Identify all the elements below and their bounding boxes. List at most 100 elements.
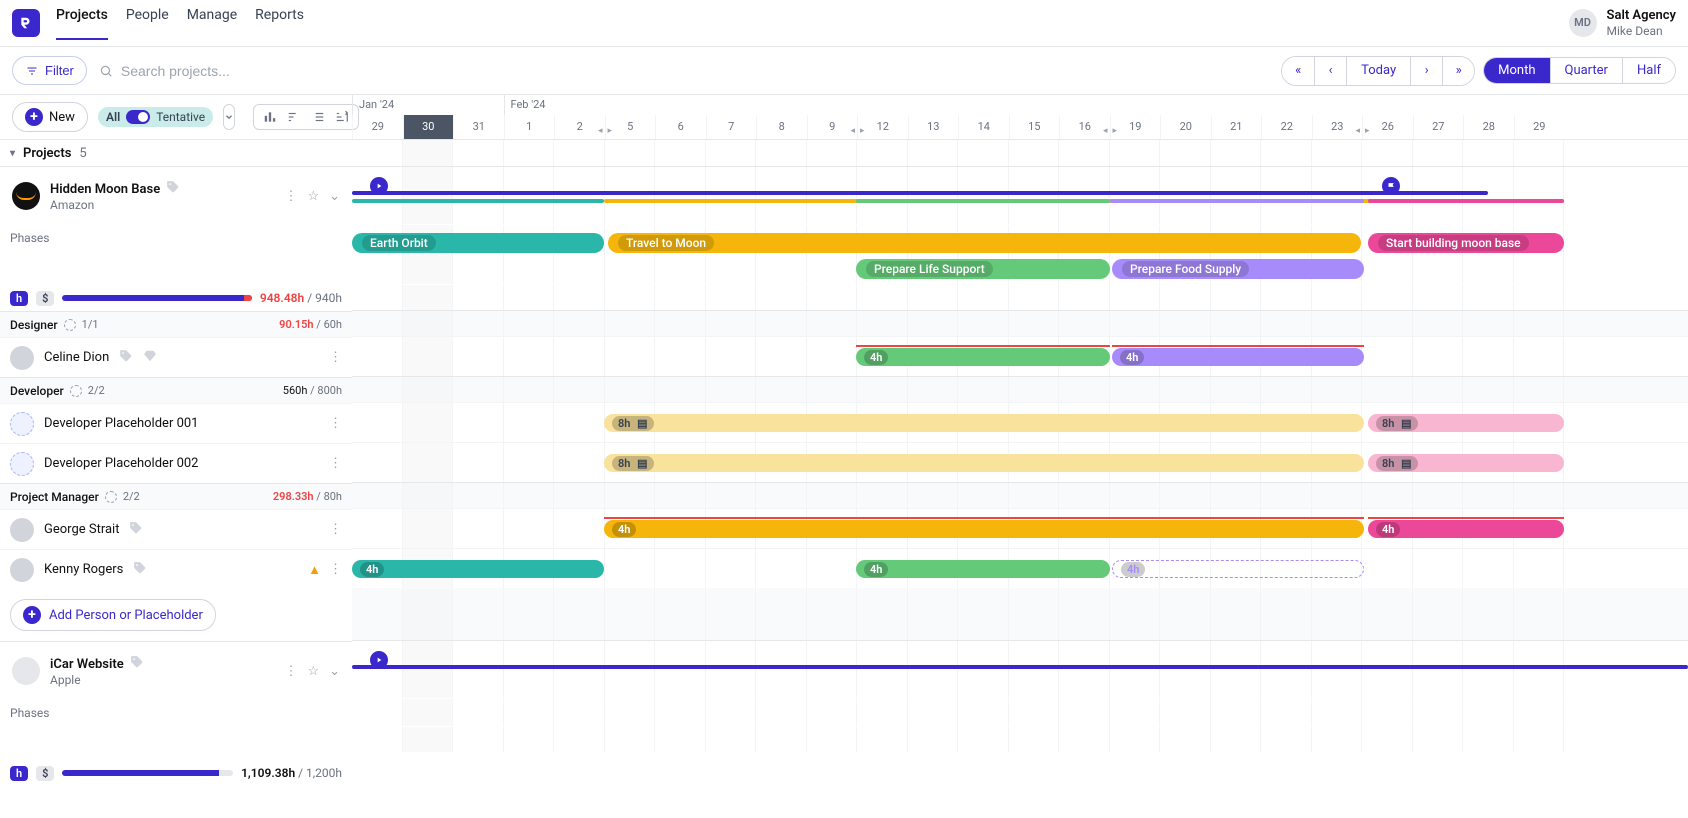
more-icon[interactable]: ⋮ bbox=[329, 456, 342, 471]
dollar-pill[interactable]: $ bbox=[36, 291, 54, 306]
role-header[interactable]: Project Manager2/2298.33h / 80h bbox=[0, 483, 352, 509]
more-icon[interactable]: ⋮ bbox=[329, 350, 342, 365]
day-cell[interactable]: 9◂ bbox=[807, 115, 858, 139]
person-row[interactable]: George Strait⋮ bbox=[0, 509, 352, 549]
role-header[interactable]: Developer2/2560h / 800h bbox=[0, 377, 352, 403]
day-cell[interactable]: 6 bbox=[655, 115, 706, 139]
app-logo[interactable] bbox=[12, 9, 40, 37]
day-cell[interactable]: 8 bbox=[756, 115, 807, 139]
allocation-bar[interactable]: 8h ▤ bbox=[604, 454, 1364, 472]
tentative-toggle[interactable]: All Tentative bbox=[98, 107, 213, 127]
day-cell[interactable]: 23◂ bbox=[1312, 115, 1363, 139]
day-cell[interactable]: 5▸ bbox=[605, 115, 656, 139]
avatar[interactable]: MD bbox=[1569, 9, 1597, 37]
nav-item-projects[interactable]: Projects bbox=[56, 7, 108, 40]
allocation-bar[interactable]: 4h bbox=[856, 348, 1110, 366]
day-cell[interactable]: 19▸ bbox=[1110, 115, 1161, 139]
projects-header[interactable]: ▾ Projects 5 bbox=[0, 139, 352, 166]
search-box[interactable] bbox=[99, 63, 321, 79]
nav-next-button[interactable]: › bbox=[1410, 57, 1442, 85]
search-icon bbox=[99, 64, 113, 78]
view-quarter[interactable]: Quarter bbox=[1550, 58, 1622, 83]
bar-chart-icon[interactable] bbox=[262, 109, 278, 125]
add-person-button[interactable]: +Add Person or Placeholder bbox=[10, 599, 216, 631]
role-header[interactable]: Designer1/190.15h / 60h bbox=[0, 311, 352, 337]
hours-pill[interactable]: h bbox=[10, 291, 28, 306]
day-cell[interactable]: 12▸ bbox=[857, 115, 908, 139]
project-row[interactable]: Hidden Moon Base Amazon⋮☆⌄ bbox=[0, 167, 352, 225]
chevron-down-icon[interactable]: ⌄ bbox=[329, 189, 340, 204]
day-cell[interactable]: 30 bbox=[403, 115, 454, 139]
search-input[interactable] bbox=[121, 63, 321, 79]
nav-item-people[interactable]: People bbox=[126, 7, 169, 40]
phase-bar[interactable]: Earth Orbit bbox=[352, 233, 604, 253]
nav-item-reports[interactable]: Reports bbox=[255, 7, 304, 40]
allocation-bar[interactable]: 8h ▤ bbox=[1368, 414, 1564, 432]
project-timeline-bar[interactable] bbox=[352, 191, 1488, 195]
today-button[interactable]: Today bbox=[1346, 57, 1410, 85]
day-cell[interactable]: 13 bbox=[908, 115, 959, 139]
list-icon[interactable] bbox=[310, 109, 326, 125]
nav-last-button[interactable]: » bbox=[1442, 57, 1474, 85]
chevron-down-icon: ▾ bbox=[10, 148, 15, 159]
star-icon[interactable]: ☆ bbox=[307, 189, 319, 204]
day-cell[interactable]: 2◂ bbox=[554, 115, 605, 139]
day-cell[interactable]: 27 bbox=[1413, 115, 1464, 139]
day-cell[interactable]: 20 bbox=[1160, 115, 1211, 139]
more-icon[interactable]: ⋮ bbox=[329, 416, 342, 431]
note-icon: ▤ bbox=[637, 417, 647, 430]
phase-bar[interactable]: Start building moon base bbox=[1368, 233, 1564, 253]
milestone-flag-icon[interactable] bbox=[1382, 177, 1400, 195]
user-info[interactable]: Salt Agency Mike Dean bbox=[1607, 8, 1676, 38]
more-icon[interactable]: ⋮ bbox=[284, 664, 297, 679]
allocation-bar[interactable]: 4h bbox=[1112, 560, 1364, 578]
day-cell[interactable]: 26▸ bbox=[1362, 115, 1413, 139]
new-label: New bbox=[49, 110, 75, 125]
phase-bar[interactable]: Prepare Food Supply bbox=[1112, 259, 1364, 279]
day-cell[interactable]: 1 bbox=[504, 115, 555, 139]
day-cell[interactable]: 22 bbox=[1261, 115, 1312, 139]
person-row[interactable]: Developer Placeholder 001⋮ bbox=[0, 403, 352, 443]
hours-pill[interactable]: h bbox=[10, 766, 28, 781]
phase-bar[interactable]: Travel to Moon bbox=[608, 233, 1361, 253]
project-row[interactable]: iCar Website Apple⋮☆⌄ bbox=[0, 642, 352, 700]
person-row[interactable]: Kenny Rogers▲⋮ bbox=[0, 549, 352, 589]
dollar-pill[interactable]: $ bbox=[36, 766, 54, 781]
person-row[interactable]: Developer Placeholder 002⋮ bbox=[0, 443, 352, 483]
allocation-bar[interactable]: 4h bbox=[352, 560, 604, 578]
filter-button[interactable]: Filter bbox=[12, 56, 87, 85]
day-cell[interactable]: 14 bbox=[958, 115, 1009, 139]
more-icon[interactable]: ⋮ bbox=[284, 189, 297, 204]
day-cell[interactable]: 28 bbox=[1463, 115, 1514, 139]
day-cell[interactable]: 29 bbox=[1514, 115, 1565, 139]
allocation-bar[interactable]: 8h ▤ bbox=[604, 414, 1364, 432]
allocation-bar[interactable]: 4h bbox=[1368, 520, 1564, 538]
sort-icon[interactable] bbox=[286, 109, 302, 125]
day-cell[interactable]: 21 bbox=[1211, 115, 1262, 139]
view-month[interactable]: Month bbox=[1484, 58, 1549, 83]
more-icon[interactable]: ⋮ bbox=[329, 522, 342, 537]
allocation-bar[interactable]: 4h bbox=[856, 560, 1110, 578]
nav-first-button[interactable]: « bbox=[1282, 57, 1314, 85]
allocation-bar[interactable]: 4h bbox=[1112, 348, 1364, 366]
nav-prev-button[interactable]: ‹ bbox=[1314, 57, 1346, 85]
nav-item-manage[interactable]: Manage bbox=[187, 7, 237, 40]
more-icon[interactable]: ⋮ bbox=[329, 562, 342, 577]
star-icon[interactable]: ☆ bbox=[307, 664, 319, 679]
filter-dropdown[interactable] bbox=[223, 104, 235, 130]
day-cell[interactable]: 7 bbox=[706, 115, 757, 139]
day-cell[interactable]: 16◂ bbox=[1059, 115, 1110, 139]
allocation-bar[interactable]: 8h ▤ bbox=[1368, 454, 1564, 472]
day-cell[interactable]: 29 bbox=[352, 115, 403, 139]
budget-progress bbox=[62, 770, 233, 776]
chevron-down-icon[interactable]: ⌄ bbox=[329, 664, 340, 679]
new-button[interactable]: + New bbox=[12, 102, 88, 132]
allocation-bar[interactable]: 4h bbox=[604, 520, 1364, 538]
day-cell[interactable]: 31 bbox=[453, 115, 504, 139]
sort-desc-icon[interactable] bbox=[334, 109, 350, 125]
phase-bar[interactable]: Prepare Life Support bbox=[856, 259, 1110, 279]
project-timeline-bar[interactable] bbox=[352, 665, 1688, 669]
person-row[interactable]: Celine Dion⋮ bbox=[0, 337, 352, 377]
day-cell[interactable]: 15 bbox=[1009, 115, 1060, 139]
view-half[interactable]: Half bbox=[1622, 58, 1675, 83]
